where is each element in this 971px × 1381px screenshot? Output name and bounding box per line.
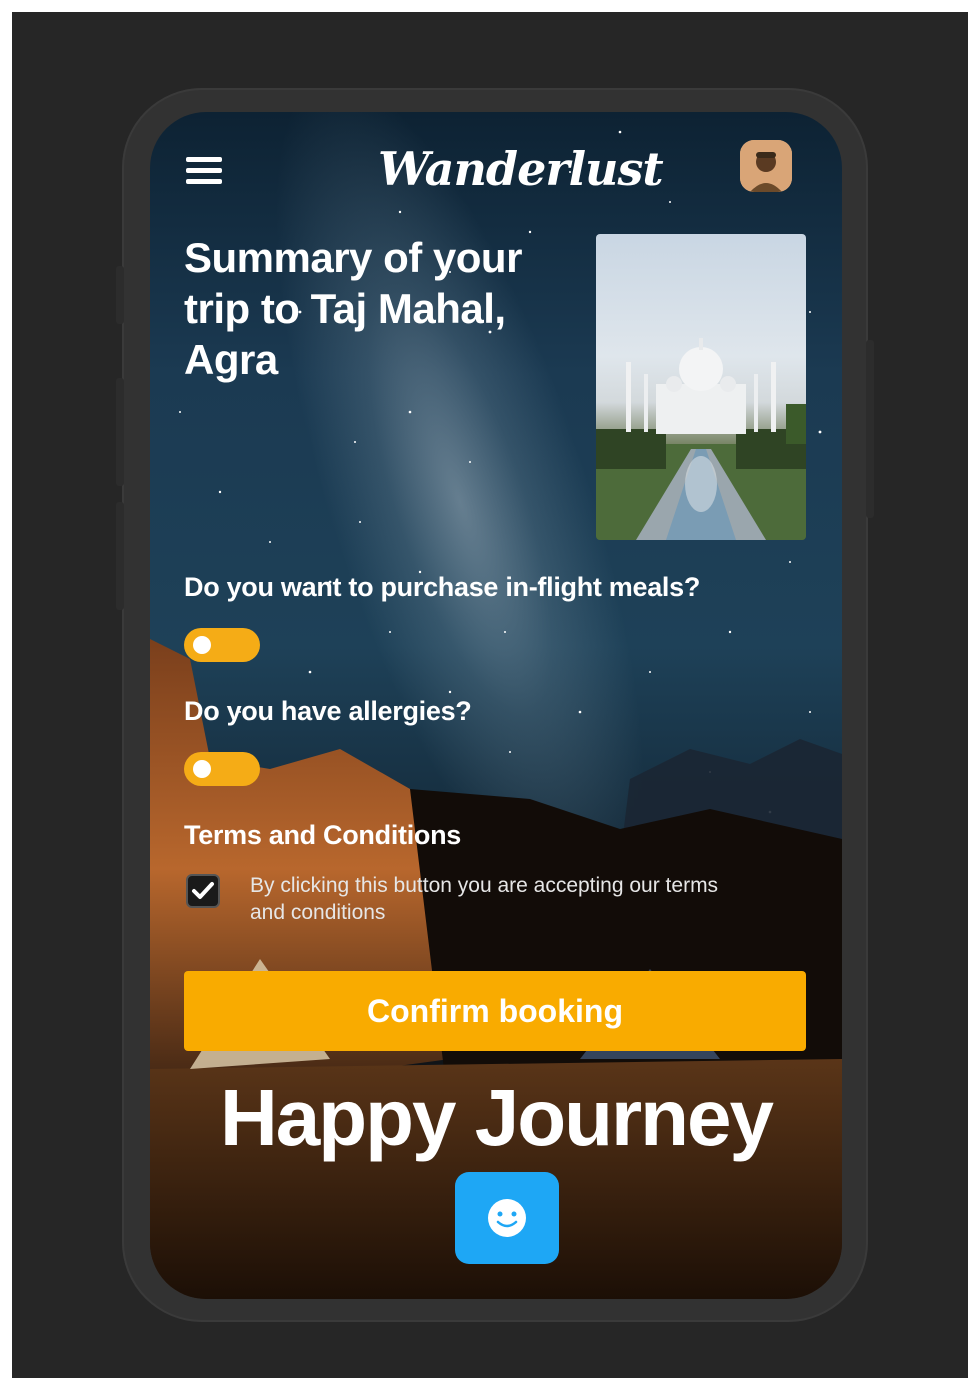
device-side-button [116,378,124,486]
app-logo: Wanderlust [378,142,664,196]
allergies-toggle[interactable] [184,752,260,786]
happy-journey-text: Happy Journey [220,1073,774,1162]
meals-toggle[interactable] [184,628,260,662]
toggle-knob [193,636,211,654]
terms-checkbox[interactable] [186,874,220,908]
hamburger-icon [186,157,222,162]
destination-photo [596,234,806,540]
meals-question-label: Do you want to purchase in-flight meals? [184,572,701,602]
checkmark-icon [192,882,214,899]
toggle-knob [193,760,211,778]
menu-button[interactable] [186,157,222,187]
device-side-button [116,502,124,610]
device-side-button [866,340,874,518]
device-side-button [116,266,124,324]
terms-description: By clicking this button you are acceptin… [250,874,719,924]
allergies-question-label: Do you have allergies? [184,696,472,726]
smiley-icon [488,1199,526,1237]
avatar-image [740,140,792,192]
user-avatar[interactable] [740,140,792,192]
page-title: Summary of your trip to Taj Mahal, Agra [184,234,522,383]
terms-heading: Terms and Conditions [184,820,462,850]
confirm-booking-button[interactable]: Confirm booking [184,971,806,1051]
app-screen: Wanderlust Summary of your trip to Taj M… [150,112,842,1299]
smiley-button[interactable] [455,1172,559,1264]
